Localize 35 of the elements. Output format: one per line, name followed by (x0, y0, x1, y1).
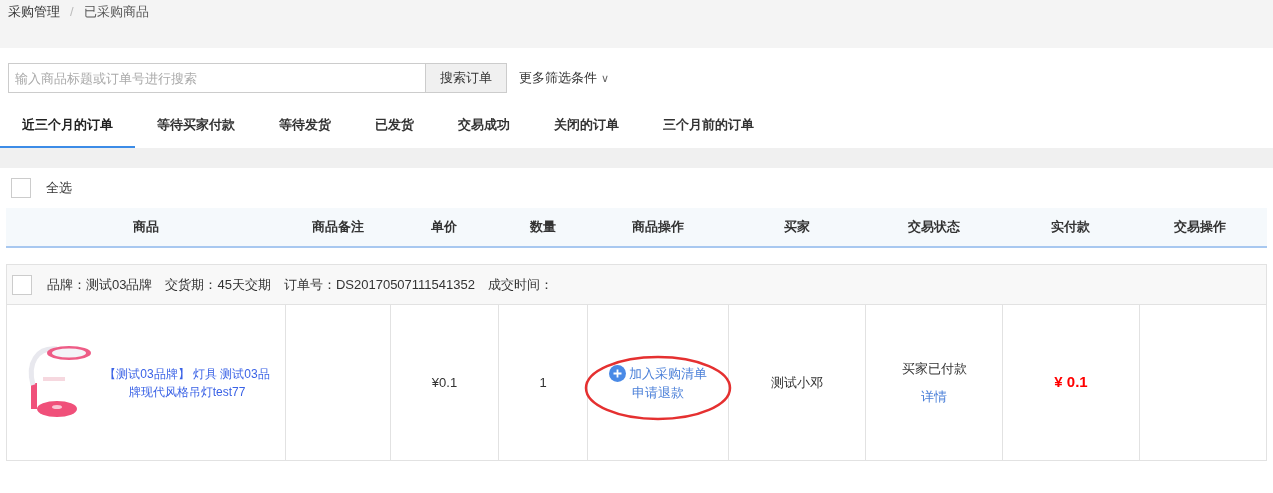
add-to-list-link[interactable]: 加入采购清单 (609, 363, 707, 383)
breadcrumb-current: 已采购商品 (83, 3, 149, 21)
breadcrumb-separator: / (70, 3, 74, 21)
column-header: 商品备注 (310, 218, 365, 237)
tab[interactable]: 三个月前的订单 (641, 103, 776, 148)
paid-amount: ¥ 0.1 (1054, 372, 1088, 393)
order-info: 品牌：测试03品牌 交货期：45天交期 订单号：DS20170507111541352 成交时间： (47, 275, 553, 294)
column-header: 买家 (782, 218, 811, 237)
refund-link[interactable]: 申请退款 (632, 382, 684, 402)
column-header: 商品操作 (630, 218, 685, 237)
plus-icon (609, 364, 626, 382)
column-header: 交易操作 (1172, 218, 1227, 237)
select-all-label: 全选 (46, 179, 72, 198)
breadcrumb-link[interactable]: 采购管理 (8, 2, 60, 22)
tab[interactable]: 交易成功 (436, 103, 532, 148)
checkbox[interactable] (11, 178, 31, 198)
search-field[interactable]: 输入商品标题或订单号进行搜索 (8, 63, 426, 93)
tab[interactable]: 等待买家付款 (135, 103, 257, 148)
quantity: 1 (539, 373, 547, 392)
column-header: 商品 (131, 218, 160, 237)
tab[interactable]: 已发货 (353, 103, 436, 148)
trade-status: 买家已付款 (901, 360, 967, 378)
more-filters-button[interactable]: 更多筛选条件 ∨ (519, 68, 609, 88)
column-header: 实付款 (1050, 218, 1091, 237)
column-header: 数量 (528, 218, 557, 237)
tab[interactable]: 关闭的订单 (532, 103, 641, 148)
checkbox[interactable] (12, 274, 32, 295)
details-link[interactable]: 详情 (921, 386, 947, 406)
column-header: 交易状态 (906, 218, 961, 237)
column-header: 单价 (430, 218, 458, 237)
tab[interactable]: 等待发货 (257, 103, 353, 148)
buyer-name: 测试小邓 (771, 373, 823, 392)
product-title-link[interactable]: 【测试03品牌】 灯具 测试03品牌现代风格吊灯test77 (103, 364, 271, 401)
search-button[interactable]: 搜索订单 (426, 63, 507, 93)
unit-price: ¥0.1 (431, 373, 458, 392)
